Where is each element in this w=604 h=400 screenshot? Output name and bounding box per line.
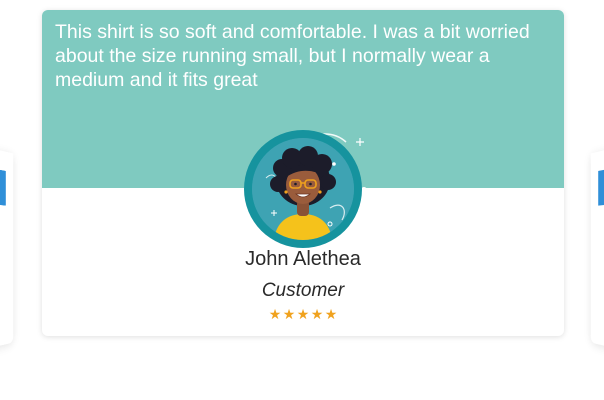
previous-testimonial-card[interactable] <box>0 141 14 355</box>
reviewer-name: John Alethea <box>245 248 361 270</box>
previous-card-accent <box>0 169 6 206</box>
avatar <box>244 130 362 248</box>
testimonial-card: This shirt is so soft and comfortable. I… <box>42 10 564 336</box>
star-icon: ★ <box>296 307 310 323</box>
testimonial-quote: This shirt is so soft and comfortable. I… <box>55 21 530 91</box>
star-icon: ★ <box>282 307 296 323</box>
woman-with-glasses-avatar-icon <box>252 138 354 240</box>
testimonial-carousel: This shirt is so soft and comfortable. I… <box>0 0 604 400</box>
star-icon: ★ <box>310 307 324 323</box>
reviewer-role: Customer <box>261 280 345 301</box>
star-icon: ★ <box>268 307 282 323</box>
next-testimonial-card[interactable] <box>590 141 604 355</box>
star-icon: ★ <box>324 307 338 323</box>
star-rating: ★★★★★ <box>42 307 564 323</box>
next-card-accent <box>598 169 604 206</box>
